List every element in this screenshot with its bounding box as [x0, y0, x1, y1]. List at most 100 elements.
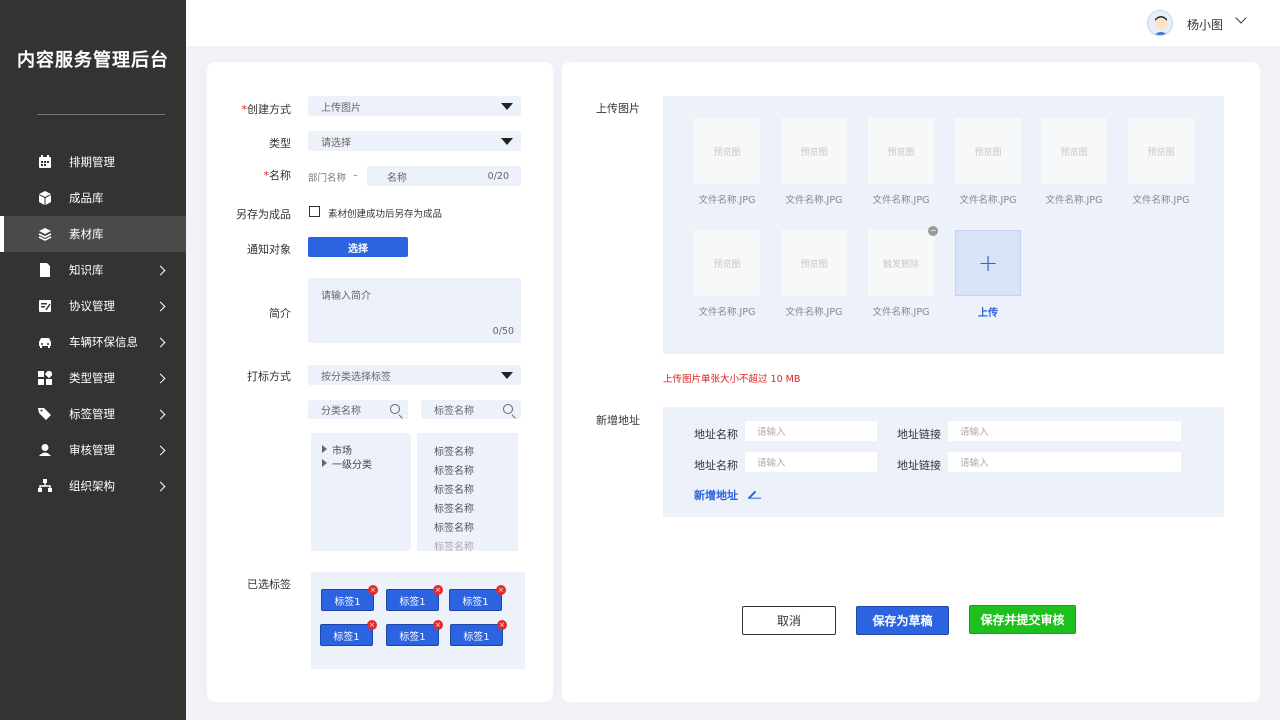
- chevron-right-icon: [155, 481, 166, 491]
- remove-icon[interactable]: ×: [496, 585, 506, 595]
- sidebar-item-label: 类型管理: [69, 371, 115, 385]
- intro-textarea[interactable]: 请输入简介 0/50: [308, 278, 521, 343]
- upload-button[interactable]: +: [955, 230, 1021, 296]
- tagging-select[interactable]: 按分类选择标签: [308, 365, 521, 385]
- image-thumbnail[interactable]: 预览图: [781, 230, 847, 296]
- sidebar-item-3[interactable]: 知识库: [0, 252, 186, 288]
- address-name-input[interactable]: 请输入: [745, 421, 877, 441]
- sidebar-item-1[interactable]: 成品库: [0, 180, 186, 216]
- thumbnail-preview-text: 预览图: [974, 147, 1002, 158]
- sidebar-item-8[interactable]: 审核管理: [0, 432, 186, 468]
- avatar-icon: [1154, 16, 1168, 35]
- caret-right-icon: [322, 459, 327, 467]
- avatar[interactable]: [1147, 10, 1173, 36]
- tag-icon: [38, 407, 52, 421]
- selected-tag-chip[interactable]: 标签1 ×: [321, 585, 378, 611]
- caret-right-icon: [322, 445, 327, 453]
- address-link-input[interactable]: 请输入: [948, 452, 1181, 472]
- type-placeholder: 请选择: [321, 137, 351, 149]
- chevron-right-icon: [155, 337, 166, 347]
- category-search-input[interactable]: 分类名称: [308, 400, 408, 419]
- chevron-right-icon: [155, 265, 166, 275]
- chevron-right-icon: [155, 445, 166, 455]
- tree-node[interactable]: 市场: [322, 442, 411, 457]
- selected-tags-area: 标签1 × 标签1 × 标签1 × 标签1 × 标签1 × 标签1 ×: [311, 572, 525, 669]
- chevron-right-icon: [155, 301, 166, 311]
- sidebar-item-2[interactable]: 素材库: [0, 216, 186, 252]
- image-thumbnail[interactable]: 预览图: [694, 118, 760, 184]
- remove-icon[interactable]: ×: [433, 585, 443, 595]
- remove-icon[interactable]: ×: [367, 620, 377, 630]
- address-link-input[interactable]: 请输入: [948, 421, 1181, 441]
- sidebar-item-7[interactable]: 标签管理: [0, 396, 186, 432]
- select-button[interactable]: 选择: [308, 237, 408, 257]
- upload-label: 上传图片: [596, 102, 640, 115]
- sidebar-item-label: 成品库: [69, 191, 104, 205]
- tree-node[interactable]: 一级分类: [322, 456, 411, 471]
- tag-list-item[interactable]: 标签名称: [434, 517, 518, 536]
- sidebar-item-6[interactable]: 类型管理: [0, 360, 186, 396]
- edit-doc-icon: [38, 299, 52, 313]
- thumbnail-preview-text: 预览图: [713, 147, 741, 158]
- type-select[interactable]: 请选择: [308, 131, 521, 151]
- selected-tag-chip[interactable]: 标签1 ×: [450, 620, 507, 646]
- cube-icon: [38, 191, 52, 205]
- sidebar-item-label: 标签管理: [69, 407, 115, 421]
- image-thumbnail[interactable]: 预览图: [694, 230, 760, 296]
- remove-icon[interactable]: ×: [368, 585, 378, 595]
- tag-list-item[interactable]: 标签名称: [434, 498, 518, 517]
- dropdown-arrow-icon: [501, 372, 513, 379]
- selected-tag-chip[interactable]: 标签1 ×: [386, 585, 443, 611]
- create-method-select[interactable]: 上传图片: [308, 96, 521, 116]
- org-chart-icon: [38, 479, 52, 493]
- selected-tag-chip[interactable]: 标签1 ×: [386, 620, 443, 646]
- selected-tags-label: 已选标签: [247, 578, 291, 591]
- chevron-right-icon: [155, 373, 166, 383]
- tag-list-item[interactable]: 标签名称: [434, 479, 518, 498]
- save-submit-button[interactable]: 保存并提交审核: [969, 605, 1076, 634]
- image-thumbnail[interactable]: 触发删除 −: [868, 226, 938, 296]
- sidebar-item-label: 审核管理: [69, 443, 115, 457]
- remove-icon[interactable]: ×: [497, 620, 507, 630]
- remove-icon[interactable]: ×: [433, 620, 443, 630]
- sidebar-item-5[interactable]: 车辆环保信息: [0, 324, 186, 360]
- dropdown-arrow-icon: [501, 103, 513, 110]
- sidebar-item-label: 排期管理: [69, 155, 115, 169]
- image-thumbnail[interactable]: 预览图: [868, 118, 934, 184]
- name-input[interactable]: 名称 0/20: [367, 166, 521, 186]
- tag-list-item[interactable]: 标签名称: [434, 460, 518, 479]
- save-as-checkbox[interactable]: [309, 206, 320, 217]
- remove-icon[interactable]: −: [928, 226, 938, 236]
- user-name[interactable]: 杨小图: [1187, 16, 1223, 33]
- image-thumbnail[interactable]: 预览图: [1041, 118, 1107, 184]
- cancel-button[interactable]: 取消: [742, 606, 836, 635]
- dropdown-arrow-icon: [501, 138, 513, 145]
- file-name: 文件名称.JPG: [698, 307, 756, 318]
- sidebar-item-4[interactable]: 协议管理: [0, 288, 186, 324]
- add-address-link[interactable]: 新增地址: [694, 487, 757, 503]
- selected-tag-chip[interactable]: 标签1 ×: [449, 585, 506, 611]
- image-thumbnail[interactable]: 预览图: [955, 118, 1021, 184]
- sidebar-item-9[interactable]: 组织架构: [0, 468, 186, 504]
- save-draft-button[interactable]: 保存为草稿: [856, 606, 949, 635]
- image-thumbnail[interactable]: 预览图: [781, 118, 847, 184]
- name-placeholder: 名称: [387, 172, 407, 184]
- address-link-label: 地址链接: [897, 459, 941, 472]
- chevron-down-icon[interactable]: [1235, 12, 1247, 24]
- upload-button-label[interactable]: 上传: [943, 304, 1033, 319]
- tag-search-input[interactable]: 标签名称: [421, 400, 521, 419]
- tag-list-item[interactable]: 标签名称: [434, 441, 518, 460]
- file-name: 文件名称.JPG: [1132, 195, 1190, 206]
- tag-list-item[interactable]: 标签名称: [434, 536, 518, 551]
- dept-name-placeholder[interactable]: 部门名称: [308, 170, 346, 184]
- upload-area: + 上传 预览图 文件名称.JPG 预览图 文件名称.JPG 预览图 文件名称.JPG 预览…: [663, 96, 1224, 354]
- search-icon[interactable]: [503, 404, 513, 414]
- image-thumbnail[interactable]: 预览图: [1128, 118, 1194, 184]
- address-label: 新增地址: [596, 414, 640, 427]
- car-icon: [38, 335, 52, 349]
- search-icon[interactable]: [390, 404, 400, 414]
- sidebar-item-0[interactable]: 排期管理: [0, 144, 186, 180]
- address-name-input[interactable]: 请输入: [745, 452, 877, 472]
- document-icon: [38, 263, 52, 277]
- selected-tag-chip[interactable]: 标签1 ×: [320, 620, 377, 646]
